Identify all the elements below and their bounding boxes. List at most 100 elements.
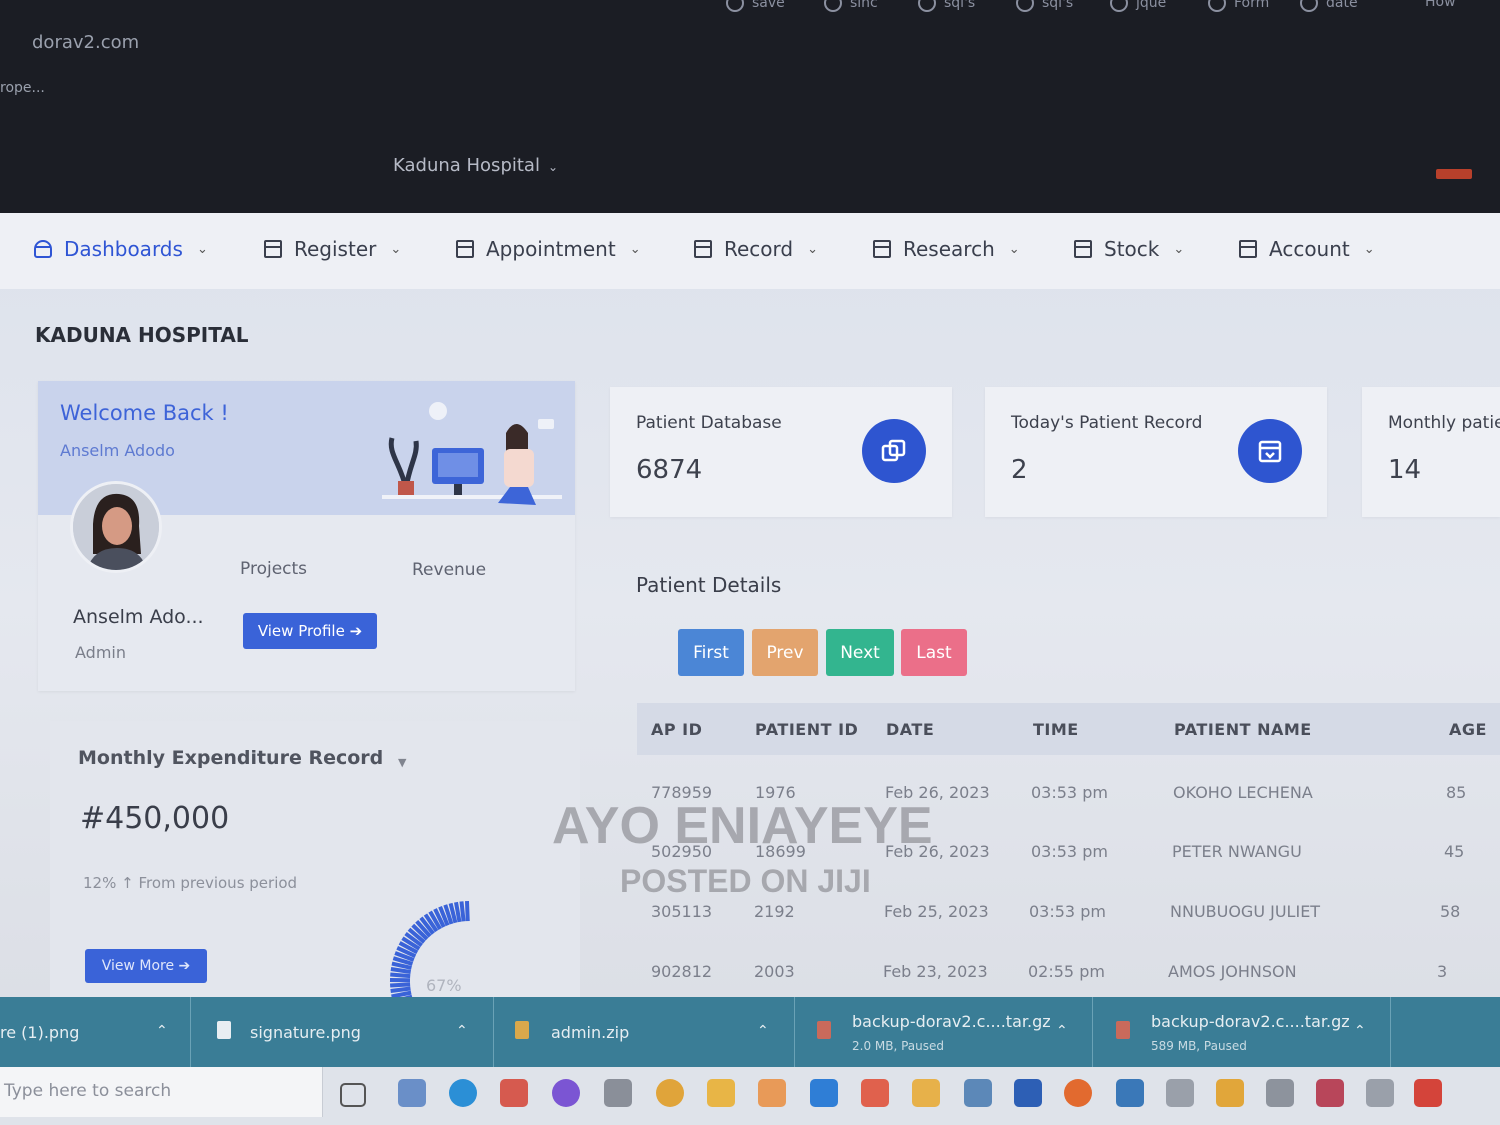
download-item[interactable]: admin.zip ⌃: [493, 997, 795, 1067]
firefox-icon[interactable]: [1064, 1079, 1092, 1107]
chevron-up-icon[interactable]: ⌃: [757, 1023, 769, 1039]
notepad-icon[interactable]: [964, 1079, 992, 1107]
hospital-selector[interactable]: Kaduna Hospital ⌄: [393, 155, 558, 176]
notification-badge[interactable]: [1436, 169, 1472, 179]
bookmark-form[interactable]: Form: [1208, 0, 1269, 12]
nav-stock[interactable]: Stock ⌄: [1074, 237, 1184, 261]
column-header: PATIENT NAME: [1174, 720, 1312, 739]
app-icon[interactable]: [1414, 1079, 1442, 1107]
watermark-line-1: AYO ENIAYEYE: [552, 797, 933, 855]
zip-file-icon: [515, 1021, 529, 1039]
bookmark-how[interactable]: How: [1425, 0, 1456, 10]
nav-research[interactable]: Research ⌄: [873, 237, 1020, 261]
tab-title[interactable]: rope...: [0, 80, 45, 96]
calculator-icon[interactable]: [1266, 1079, 1294, 1107]
view-profile-button[interactable]: View Profile ➔: [243, 613, 377, 649]
chevron-up-icon[interactable]: ⌃: [1354, 1023, 1366, 1039]
nav-register[interactable]: Register ⌄: [264, 237, 401, 261]
cell-date: Feb 25, 2023: [884, 902, 989, 921]
xampp-icon[interactable]: [707, 1079, 735, 1107]
view-more-button[interactable]: View More ➔: [85, 949, 207, 983]
stat-value: 2: [1011, 455, 1028, 485]
file-explorer-icon[interactable]: [912, 1079, 940, 1107]
photos-icon[interactable]: [1116, 1079, 1144, 1107]
nav-appointment[interactable]: Appointment ⌄: [456, 237, 641, 261]
download-item[interactable]: backup-dorav2.c....tar.gz 2.0 MB, Paused…: [794, 997, 1093, 1067]
word-icon[interactable]: [1014, 1079, 1042, 1107]
task-view-icon[interactable]: [340, 1083, 366, 1107]
chevron-up-icon[interactable]: ⌃: [456, 1023, 468, 1039]
archive-file-icon: [1116, 1021, 1130, 1039]
expenditure-change: 12% ↑ From previous period: [83, 874, 298, 892]
chevron-up-icon[interactable]: ⌃: [1056, 1023, 1068, 1039]
welcome-heading: Welcome Back !: [60, 401, 229, 425]
chat-icon[interactable]: [398, 1079, 426, 1107]
address-bar-url[interactable]: dorav2.com: [32, 32, 139, 53]
next-page-button[interactable]: Next: [826, 629, 894, 676]
paint-icon[interactable]: [758, 1079, 786, 1107]
stat-card-monthly-patients[interactable]: Monthly patie 14: [1362, 387, 1500, 517]
chevron-down-icon: ⌄: [1008, 241, 1020, 257]
prev-page-button[interactable]: Prev: [752, 629, 818, 676]
app-icon[interactable]: [1166, 1079, 1194, 1107]
gauge-tick: [464, 900, 470, 922]
chrome-icon: [918, 0, 936, 12]
access-icon[interactable]: [1316, 1079, 1344, 1107]
bookmark-jque[interactable]: jque: [1110, 0, 1166, 12]
cell-patient-name: OKOHO LECHENA: [1173, 783, 1313, 802]
vscode-icon[interactable]: [810, 1079, 838, 1107]
nav-account[interactable]: Account ⌄: [1239, 237, 1375, 261]
layout-icon: [1074, 240, 1092, 258]
edge-icon[interactable]: [449, 1079, 477, 1107]
chevron-down-icon: ⌄: [629, 241, 641, 257]
last-page-button[interactable]: Last: [901, 629, 967, 676]
layout-icon: [264, 240, 282, 258]
stat-label: Patient Database: [636, 413, 782, 433]
chrome-icon[interactable]: [656, 1079, 684, 1107]
table-row[interactable]: 902812 2003 Feb 23, 2023 02:55 pm AMOS J…: [637, 942, 1500, 1000]
avatar[interactable]: [70, 481, 162, 573]
app-icon[interactable]: [604, 1079, 632, 1107]
taskbar-search[interactable]: Type here to search: [0, 1067, 323, 1117]
bookmark-sinc[interactable]: sinc: [824, 0, 878, 12]
archive-file-icon: [817, 1021, 831, 1039]
download-item[interactable]: backup-dorav2.c....tar.gz 589 MB, Paused…: [1092, 997, 1391, 1067]
bookmark-save[interactable]: save: [726, 0, 785, 12]
cell-time: 02:55 pm: [1028, 962, 1105, 981]
patient-details-title: Patient Details: [636, 573, 782, 597]
welcome-username: Anselm Adodo: [60, 441, 175, 460]
cell-date: Feb 23, 2023: [883, 962, 988, 981]
download-item[interactable]: signature.png ⌃: [190, 997, 494, 1067]
media-icon[interactable]: [552, 1079, 580, 1107]
store-icon[interactable]: [500, 1079, 528, 1107]
stat-label: Today's Patient Record: [1011, 413, 1203, 433]
app-icon[interactable]: [1366, 1079, 1394, 1107]
cell-age: 85: [1446, 783, 1467, 802]
download-item[interactable]: re (1).png ⌃: [0, 997, 191, 1067]
dropdown-arrow-icon[interactable]: ▼: [398, 756, 406, 769]
bookmark-sqls[interactable]: sql's: [918, 0, 975, 12]
archive-icon: [1238, 419, 1302, 483]
first-page-button[interactable]: First: [678, 629, 744, 676]
bookmark-icon: [1016, 0, 1034, 12]
filezilla-icon[interactable]: [861, 1079, 889, 1107]
cell-patient-name: PETER NWANGU: [1172, 842, 1302, 861]
watermark-line-2: POSTED ON JIJI: [620, 863, 871, 899]
bookmark-date[interactable]: date: [1300, 0, 1358, 12]
chevron-up-icon[interactable]: ⌃: [156, 1023, 168, 1039]
profile-role: Admin: [75, 643, 126, 662]
cell-time: 03:53 pm: [1031, 842, 1108, 861]
nav-dashboards[interactable]: Dashboards ⌄: [34, 237, 208, 261]
nav-record[interactable]: Record ⌄: [694, 237, 818, 261]
stat-card-patient-database[interactable]: Patient Database 6874: [610, 387, 952, 517]
chevron-down-icon: ⌄: [1363, 241, 1375, 257]
xampp-icon[interactable]: [1216, 1079, 1244, 1107]
main-navbar: Dashboards ⌄ Register ⌄ Appointment ⌄ Recor…: [0, 213, 1500, 289]
bookmark-sqls-2[interactable]: sql's: [1016, 0, 1073, 12]
gauge-percent: 67%: [426, 976, 462, 995]
file-icon: [217, 1021, 231, 1039]
cell-patient-id: 2003: [754, 962, 795, 981]
bookmark-icon: [1208, 0, 1226, 12]
stat-card-todays-record[interactable]: Today's Patient Record 2: [985, 387, 1327, 517]
bookmarks-bar: save sinc sql's sql's jque Form date How: [0, 0, 1500, 18]
